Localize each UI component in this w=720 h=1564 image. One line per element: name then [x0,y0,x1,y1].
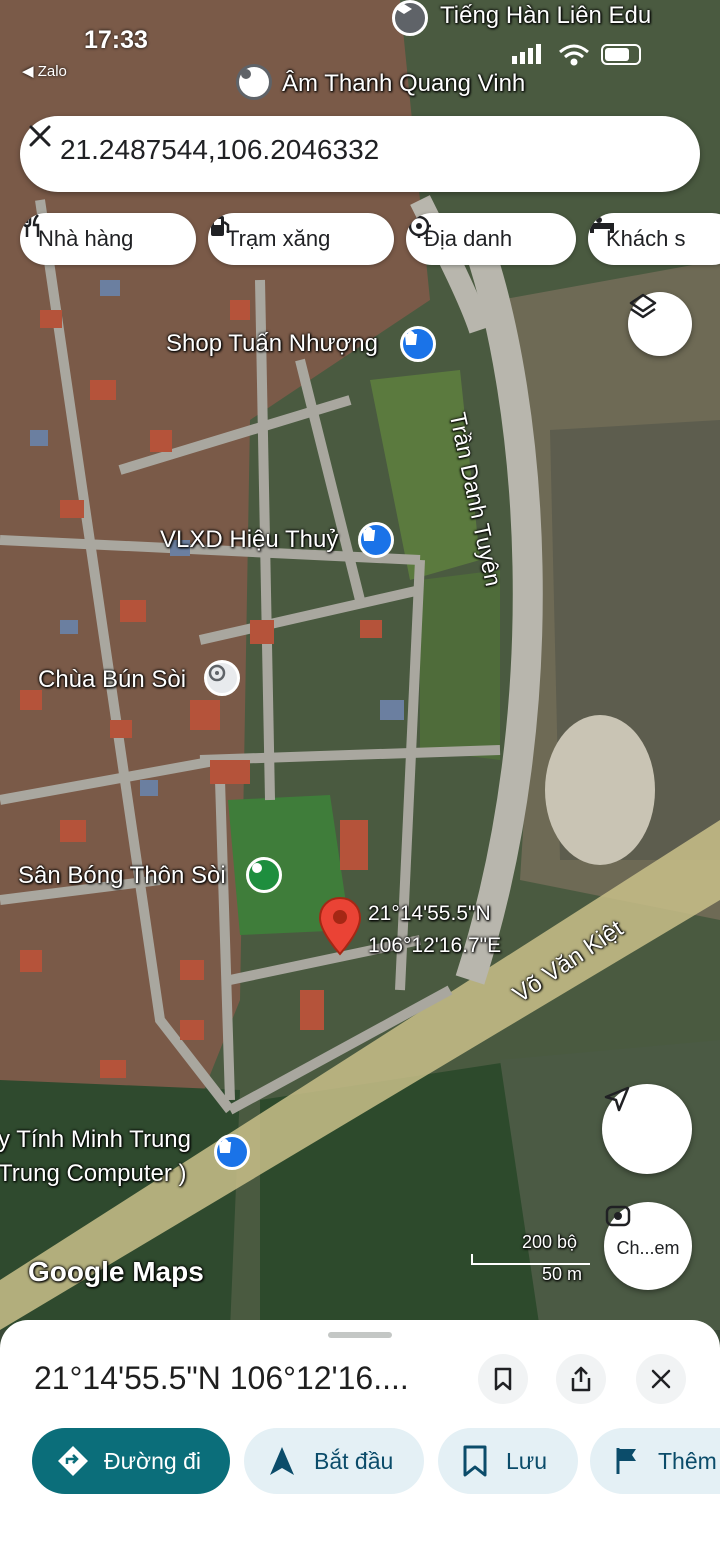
drag-handle[interactable] [328,1332,392,1338]
layers-icon [629,293,657,319]
restaurant-icon [22,214,40,237]
wifi-icon [559,44,589,66]
scale-feet: 200 bộ [522,1232,578,1252]
scale-meters: 50 m [542,1264,583,1284]
directions-icon [58,1446,88,1476]
flag-icon [616,1448,636,1474]
signal-icon [512,44,541,64]
chip-label: Nhà hàng [38,226,134,251]
chip-restaurants[interactable]: Nhà hàng [20,213,196,265]
google-maps-logo: Google Maps [28,1256,204,1287]
shopping-icon[interactable] [400,326,436,362]
sports-field-icon[interactable] [246,857,282,893]
start-label: Bắt đầu [314,1447,394,1474]
place-title: 21°14'55.5"N 106°12'16.... [34,1360,409,1396]
navigation-arrow-icon [604,1086,630,1112]
lens-label: Ch...em [616,1237,680,1258]
start-button[interactable]: Bắt đầu [244,1428,424,1494]
poi-label-chua[interactable]: Chùa Bún Sòi [38,666,186,694]
close-icon [651,1369,671,1389]
temple-icon[interactable] [204,660,240,696]
directions-label: Đường đi [104,1447,201,1474]
save-icon-button[interactable] [478,1354,528,1404]
place-pin-icon[interactable] [236,64,272,100]
poi-label-may-tinh-2[interactable]: Trung Computer ) [0,1160,187,1188]
pin-longitude-label: 106°12'16.7"E [368,934,502,957]
navigation-arrow-icon [270,1447,294,1475]
poi-label-vlxd[interactable]: VLXD Hiệu Thuỷ [160,526,338,554]
chip-gas-stations[interactable]: Trạm xăng [208,213,394,265]
poi-label-am-thanh[interactable]: Âm Thanh Quang Vinh [282,70,525,98]
shopping-icon[interactable] [214,1134,250,1170]
school-icon[interactable] [392,0,428,36]
place-bottom-sheet[interactable]: 21°14'55.5"N 106°12'16.... Đường đi Bắt … [0,1320,720,1564]
poi-label-may-tinh-1[interactable]: y Tính Minh Trung [0,1126,191,1154]
lens-button[interactable]: Ch...em [604,1202,692,1290]
battery-icon [601,44,641,65]
bookmark-icon [463,1445,487,1477]
scale-bar [471,1254,590,1265]
search-input[interactable]: 21.2487544,106.2046332 [60,134,379,166]
pin-latitude-label: 21°14'55.5"N [368,902,491,925]
close-sheet-button[interactable] [636,1354,686,1404]
chip-label: Địa danh [424,226,513,251]
dropped-pin-icon[interactable] [316,896,364,958]
poi-label-san-bong[interactable]: Sân Bóng Thôn Sòi [18,862,226,890]
poi-label-shop-tuan[interactable]: Shop Tuấn Nhượng [166,330,378,358]
bookmark-icon [494,1367,512,1391]
poi-label-tieng-han[interactable]: Tiếng Hàn Liên Edu [440,2,651,30]
status-indicators [512,44,641,66]
save-label: Lưu [506,1447,547,1474]
hotel-icon [590,217,614,233]
back-to-app-link[interactable]: ◀ Zalo [22,62,67,80]
chip-landmarks[interactable]: Địa danh [406,213,576,265]
camera-lens-icon [605,1205,631,1227]
shopping-icon[interactable] [358,522,394,558]
more-label: Thêm [658,1447,717,1474]
save-button[interactable]: Lưu [438,1428,578,1494]
directions-button[interactable]: Đường đi [32,1428,230,1494]
chip-label: Khách s [606,226,686,251]
layers-button[interactable] [628,292,692,356]
search-bar[interactable]: 21.2487544,106.2046332 [20,116,700,192]
satellite-map[interactable]: 17:33 ◀ Zalo Tiếng Hàn Liên Edu Âm Thanh… [0,0,720,1330]
share-button[interactable] [556,1354,606,1404]
close-icon[interactable] [20,116,60,156]
my-location-button[interactable] [602,1084,692,1174]
gas-station-icon [211,216,230,236]
more-button[interactable]: Thêm [590,1428,720,1494]
landmark-icon [407,214,431,238]
chip-hotels[interactable]: Khách s [588,213,720,265]
share-icon [571,1366,591,1392]
chip-label: Trạm xăng [226,226,331,251]
status-time: 17:33 [84,26,148,54]
